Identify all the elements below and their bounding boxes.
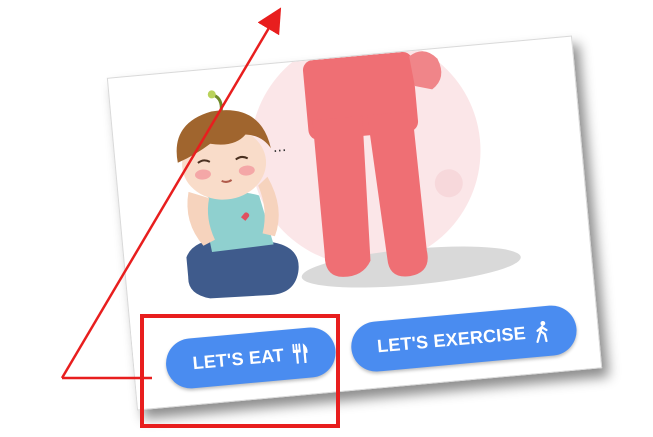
walking-person-icon [534, 320, 552, 343]
exercise-button[interactable]: LET'S EXERCISE [349, 303, 579, 374]
illustration: ... [176, 36, 521, 299]
ellipsis-text: ... [272, 139, 287, 156]
eat-button[interactable]: LET'S EAT [163, 325, 338, 391]
app-card: ... LET'S EAT LET'S EXERCISE [106, 35, 603, 411]
exercise-button-label: LET'S EXERCISE [376, 322, 527, 356]
fork-knife-icon [292, 343, 310, 364]
screenshot-stage: ... LET'S EAT LET'S EXERCISE [0, 0, 653, 437]
eat-button-label: LET'S EAT [191, 344, 285, 373]
